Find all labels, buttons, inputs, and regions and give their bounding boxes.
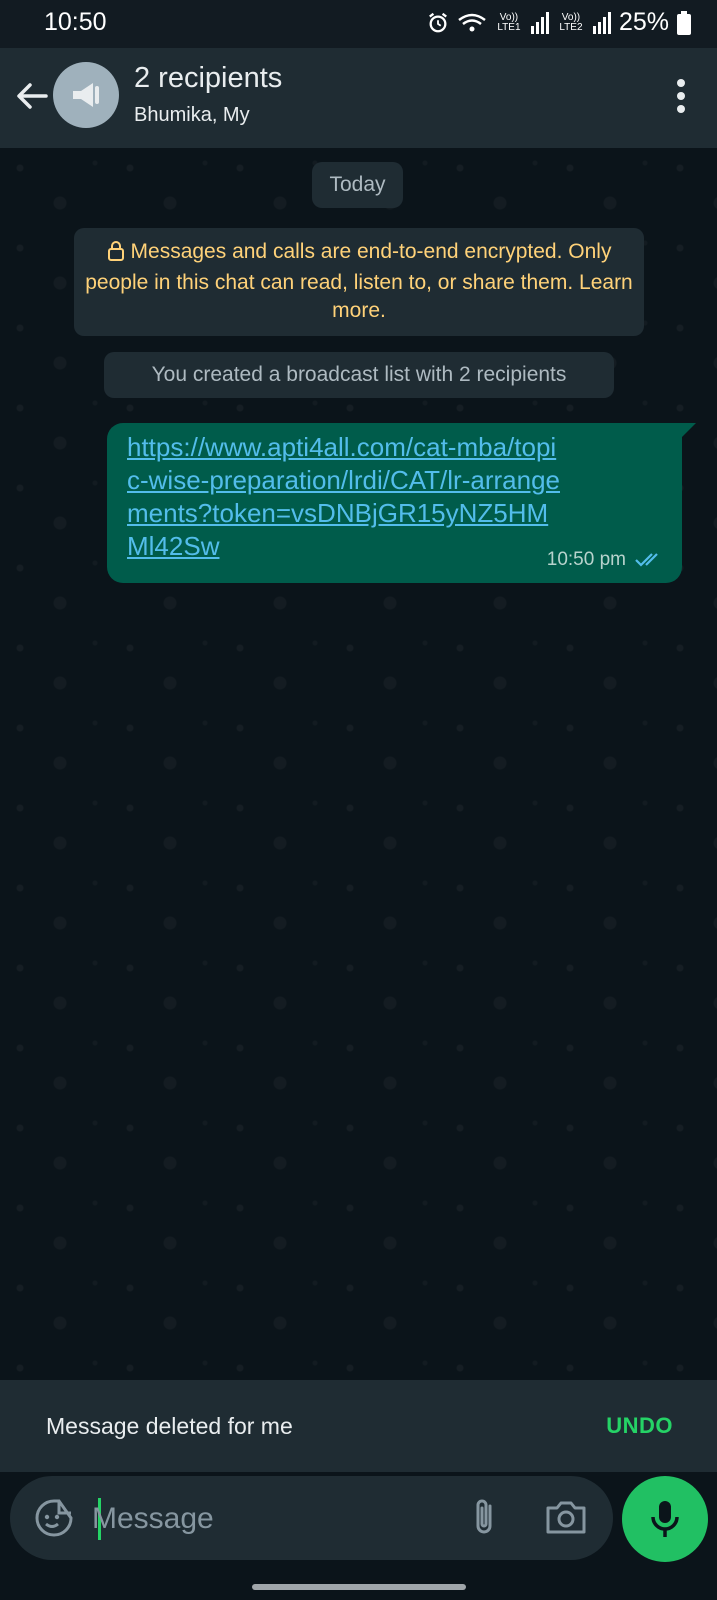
sim1-label: Vo)) LTE1 [497,11,521,33]
snackbar: Message deleted for me UNDO [0,1380,717,1472]
chat-header: 2 recipients Bhumika, My [0,48,717,148]
sticker-icon[interactable] [32,1496,76,1540]
date-chip: Today [312,162,403,208]
status-icons: Vo)) LTE1 Vo)) LTE2 25% [427,8,691,37]
attach-icon[interactable] [462,1496,506,1540]
mic-button[interactable] [622,1476,708,1562]
status-time: 10:50 [44,8,107,36]
chat-subtitle[interactable]: Bhumika, My [134,104,250,127]
status-bar: 10:50 Vo)) LTE1 Vo)) LTE2 25% [0,0,717,48]
snackbar-text: Message deleted for me [46,1412,293,1439]
more-vert-icon[interactable] [675,78,687,114]
chat-area[interactable]: Today Messages and calls are end-to-end … [0,148,717,1380]
encryption-text: Messages and calls are end-to-end encryp… [85,240,633,322]
composer-bar [0,1472,717,1600]
encryption-notice[interactable]: Messages and calls are end-to-end encryp… [74,228,644,336]
message-meta: 10:50 pm [547,549,664,571]
broadcast-icon [73,83,99,107]
message-time: 10:50 pm [546,549,626,570]
battery-icon [677,10,691,35]
undo-button[interactable]: UNDO [606,1413,673,1439]
back-arrow-icon[interactable] [14,78,50,114]
battery-percent: 25% [618,8,669,36]
mic-icon [651,1501,679,1537]
double-check-icon [635,553,658,567]
outgoing-message[interactable]: https://www.apti4all.com/cat-mba/topic-w… [107,423,696,583]
chat-title[interactable]: 2 recipients [134,62,282,95]
avatar[interactable] [53,62,119,128]
message-input[interactable] [90,1494,454,1544]
signal-icon [530,11,549,34]
signal-icon [592,11,611,34]
composer-pill[interactable] [10,1476,613,1560]
home-indicator [252,1584,466,1590]
system-message: You created a broadcast list with 2 reci… [104,352,614,398]
alarm-icon [429,12,447,32]
bubble-tail [680,423,696,439]
lock-icon [107,241,125,269]
sim2-label: Vo)) LTE2 [559,11,583,33]
camera-icon[interactable] [542,1496,590,1540]
wifi-icon [458,13,486,31]
message-link[interactable]: https://www.apti4all.com/cat-mba/topic-w… [127,431,567,563]
